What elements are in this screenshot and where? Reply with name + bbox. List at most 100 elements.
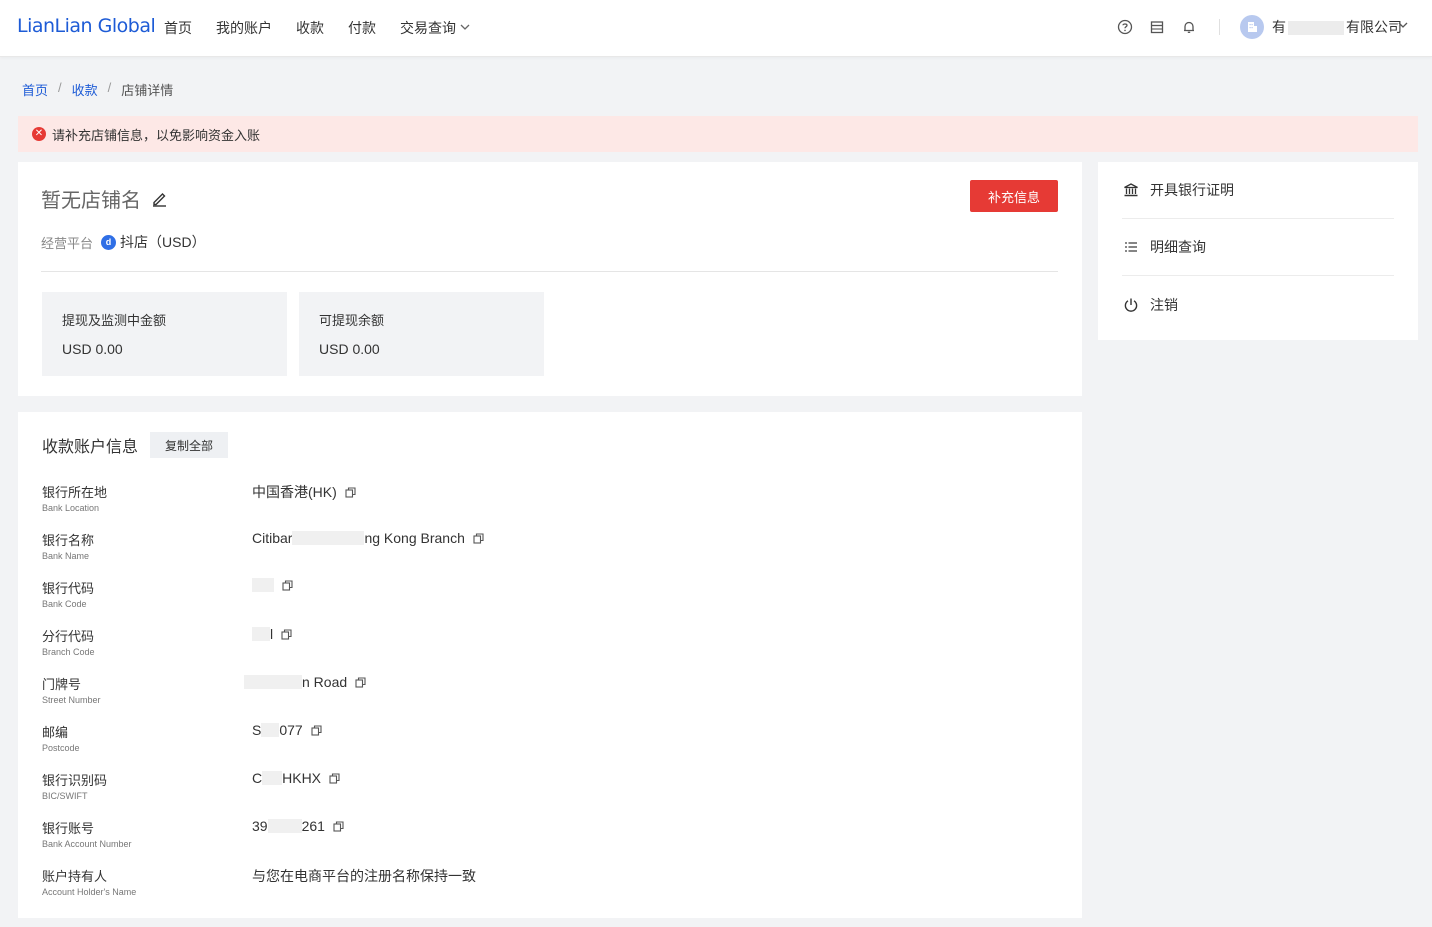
redacted-mask [292, 531, 365, 545]
lianlian-logo[interactable]: LianLian Global [17, 15, 156, 37]
value-text: Citibar [252, 530, 293, 546]
redacted-mask [252, 578, 274, 592]
field-value: l [252, 626, 292, 642]
help-icon[interactable] [1116, 18, 1134, 36]
account-title: 收款账户信息 [42, 439, 139, 456]
value-text: C [252, 770, 263, 786]
stat-value: USD 0.00 [319, 341, 380, 357]
value-text: 中国香港(HK) [252, 484, 337, 500]
field-label: 银行识别码 [42, 773, 108, 788]
field-label-en: BIC/SWIFT [42, 791, 88, 801]
breadcrumb-separator: / [58, 80, 62, 95]
breadcrumb: 首页 / 收款 / 店铺详情 [22, 80, 173, 99]
edit-icon[interactable] [151, 190, 168, 207]
field-label-en: Bank Account Number [42, 839, 132, 849]
value-text: HKHX [282, 770, 322, 786]
company-name-suffix: 有限公司 [1346, 19, 1402, 35]
redacted-mask [267, 819, 302, 833]
douyin-shop-icon: d [101, 234, 117, 250]
nav-receive[interactable]: 收款 [296, 18, 324, 38]
divider [41, 271, 1058, 272]
field-label-en: Account Holder's Name [42, 887, 137, 897]
field-label: 银行代码 [42, 581, 95, 596]
breadcrumb-current: 店铺详情 [121, 83, 174, 98]
field-value: 与您在电商平台的注册名称保持一致 [252, 866, 476, 886]
copy-icon[interactable] [281, 628, 292, 640]
field-label: 门牌号 [42, 677, 82, 692]
field-bank-name: 银行名称 Bank Name Citibar ng Kong Branch [42, 530, 484, 570]
nav-home[interactable]: 首页 [164, 18, 192, 38]
copy-icon[interactable] [311, 724, 322, 736]
field-label-en: Bank Location [42, 503, 100, 513]
field-value: n Road [244, 674, 366, 690]
field-label-en: Branch Code [42, 647, 95, 657]
breadcrumb-home[interactable]: 首页 [22, 80, 48, 99]
copy-icon[interactable] [282, 579, 293, 591]
field-label-en: Bank Name [42, 551, 90, 561]
value-text: n Road [302, 674, 348, 690]
menu-bank-certificate[interactable]: 开具银行证明 [1122, 162, 1394, 219]
field-value: S 077 [252, 722, 322, 738]
calendar-icon[interactable] [1148, 18, 1166, 36]
value-text: 261 [301, 818, 325, 834]
top-divider [1219, 19, 1220, 35]
top-utility-icons [1116, 18, 1198, 36]
field-label-en: Street Number [42, 695, 101, 705]
field-bank-code: 银行代码 Bank Code [42, 578, 293, 618]
stat-monitoring-amount: 提现及监测中金额 USD 0.00 [42, 292, 287, 376]
copy-icon[interactable] [333, 820, 344, 832]
nav-transactions[interactable]: 交易查询 [400, 18, 470, 38]
company-avatar [1240, 15, 1264, 39]
nav-my-account[interactable]: 我的账户 [216, 18, 272, 38]
nav-pay[interactable]: 付款 [348, 18, 376, 38]
copy-icon[interactable] [329, 772, 340, 784]
field-value: C HKHX [252, 770, 340, 786]
field-value: 中国香港(HK) [252, 482, 356, 502]
redacted-mask [1288, 21, 1344, 36]
field-street-number: 门牌号 Street Number n Road [42, 674, 366, 714]
breadcrumb-receive[interactable]: 收款 [72, 80, 98, 99]
alert-text: 请补充店铺信息，以免影响资金入账 [52, 127, 261, 143]
bank-icon [1122, 181, 1140, 199]
store-name: 暂无店铺名 [41, 190, 141, 212]
platform-name: 抖店（USD） [120, 234, 206, 250]
copy-all-button[interactable]: 复制全部 [150, 432, 229, 458]
menu-details-query[interactable]: 明细查询 [1122, 219, 1394, 276]
bell-icon[interactable] [1180, 18, 1198, 36]
power-icon [1122, 296, 1140, 314]
side-action-menu: 开具银行证明 明细查询 注销 [1098, 162, 1418, 340]
copy-icon[interactable] [355, 676, 366, 688]
field-bic-swift: 银行识别码 BIC/SWIFT C HKHX [42, 770, 340, 810]
main-nav: 首页 我的账户 收款 付款 交易查询 [164, 18, 470, 38]
store-title: 暂无店铺名 [41, 184, 168, 213]
value-text: ng Kong Branch [364, 530, 465, 546]
redacted-mask [261, 723, 280, 737]
list-icon [1122, 238, 1140, 256]
account-header: 收款账户信息 复制全部 [42, 432, 229, 458]
copy-icon[interactable] [345, 486, 356, 498]
company-switcher[interactable]: 有 有限公司 [1240, 15, 1408, 39]
company-name: 有 有限公司 [1272, 17, 1402, 37]
copy-icon[interactable] [473, 532, 484, 544]
chevron-down-icon [460, 22, 470, 35]
supplement-info-button[interactable]: 补充信息 [970, 180, 1058, 212]
field-account-holder: 账户持有人 Account Holder's Name 与您在电商平台的注册名称… [42, 866, 476, 906]
stat-withdrawable-balance: 可提现余额 USD 0.00 [299, 292, 544, 376]
value-text: l [270, 626, 274, 642]
redacted-mask [252, 627, 270, 641]
store-info-card: 暂无店铺名 补充信息 经营平台 d 抖店（USD） 提现及监测中金额 USD 0… [18, 162, 1082, 396]
value-text: 077 [279, 722, 303, 738]
stat-value: USD 0.00 [62, 341, 123, 357]
stat-label: 提现及监测中金额 [62, 313, 167, 328]
chevron-down-icon [1397, 18, 1409, 34]
field-label: 银行账号 [42, 821, 95, 836]
menu-label: 开具银行证明 [1150, 182, 1234, 198]
menu-cancel-account[interactable]: 注销 [1122, 276, 1394, 333]
menu-label: 明细查询 [1150, 239, 1206, 255]
field-label-en: Postcode [42, 743, 80, 753]
field-bank-account-number: 银行账号 Bank Account Number 39 261 [42, 818, 344, 858]
field-label: 账户持有人 [42, 869, 108, 884]
value-text: S [252, 722, 262, 738]
field-value: 39 261 [252, 818, 344, 834]
platform-row: 经营平台 d 抖店（USD） [41, 232, 206, 252]
